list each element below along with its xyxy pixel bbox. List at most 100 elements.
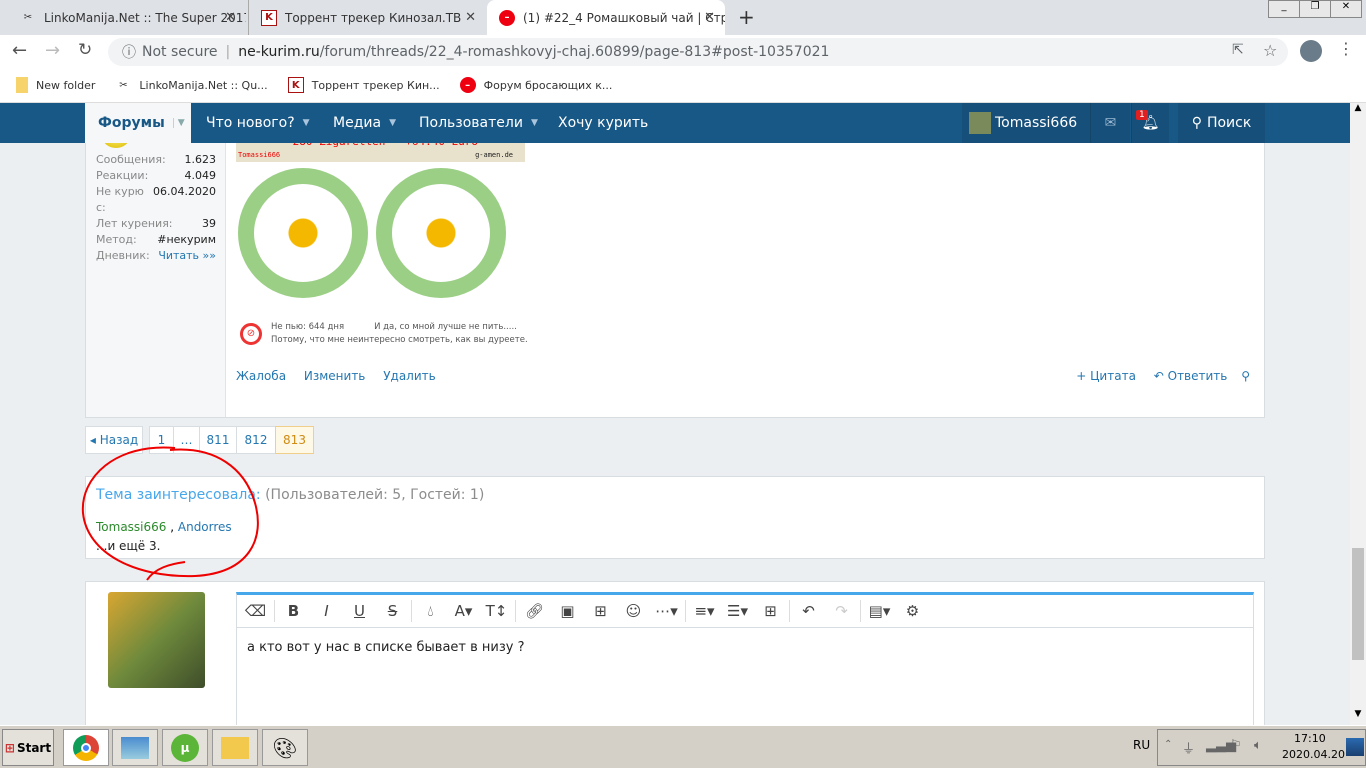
italic-icon[interactable]: I xyxy=(310,602,343,620)
search-button[interactable]: ⚲ Поиск xyxy=(1178,103,1265,143)
restore-button[interactable]: ❐ xyxy=(1299,1,1330,17)
nav-forums[interactable]: Форумы ▼ xyxy=(85,103,191,143)
message-input[interactable]: а кто вот у нас в списке бывает в низу ? xyxy=(237,628,1253,667)
close-tab-icon[interactable]: ✕ xyxy=(225,10,236,25)
user-info: ☺ Сообщения:1.623 Реакции:4.049 Не курю … xyxy=(86,124,226,417)
show-hidden-icon[interactable]: ⌃ xyxy=(1164,739,1172,750)
font-size-icon[interactable]: T↕ xyxy=(480,602,513,620)
signature-text: Не пью: 644 дня И да, со мной лучше не пи… xyxy=(271,322,528,345)
kinozal-icon: K xyxy=(287,77,304,93)
user-avatar[interactable] xyxy=(108,592,205,688)
new-tab-button[interactable]: + xyxy=(738,5,755,29)
address-bar[interactable]: ⓘ Not secure | ne-kurim.ru/forum/threads… xyxy=(108,38,1288,66)
delete-link[interactable]: Удалить xyxy=(383,369,436,383)
back-button[interactable]: ← xyxy=(12,40,27,61)
explorer-taskbar-button[interactable] xyxy=(212,729,258,766)
bookmark-new-folder[interactable]: New folder xyxy=(16,77,95,93)
nav-want-smoke[interactable]: Хочу курить xyxy=(558,103,648,143)
nav-users[interactable]: Пользователи ▼ xyxy=(419,103,538,143)
font-icon[interactable]: A▾ xyxy=(447,602,480,620)
volume-icon[interactable]: 🔈︎ xyxy=(1254,738,1262,753)
more-icon[interactable]: ⋯▾ xyxy=(650,602,683,620)
forward-button[interactable]: → xyxy=(45,40,60,61)
menu-icon[interactable]: ⋮ xyxy=(1338,39,1354,58)
nav-whats-new[interactable]: Что нового? ▼ xyxy=(206,103,310,143)
folder-icon xyxy=(221,736,249,759)
kinozal-icon: K xyxy=(261,9,277,26)
power-icon[interactable]: ⏚ xyxy=(1182,738,1195,757)
edit-link[interactable]: Изменить xyxy=(304,369,366,383)
reply-icon: ↶ xyxy=(1153,369,1168,383)
bookmark-star-icon[interactable]: ☆ xyxy=(1263,41,1277,60)
no-smoking-icon: – xyxy=(499,9,515,26)
clock-date[interactable]: 2020.04.20 xyxy=(1282,748,1345,761)
start-button[interactable]: ⊞ Start xyxy=(2,729,54,766)
close-tab-icon[interactable]: ✕ xyxy=(704,10,715,25)
nav-media[interactable]: Медиа ▼ xyxy=(333,103,396,143)
desktop-taskbar-button[interactable] xyxy=(112,729,158,766)
image-icon[interactable]: ▣ xyxy=(551,602,584,620)
diary-link[interactable]: Читать »» xyxy=(158,248,216,264)
language-indicator[interactable]: RU xyxy=(1133,738,1150,752)
emoji-icon[interactable]: ☺ xyxy=(617,602,650,620)
close-tab-icon[interactable]: ✕ xyxy=(465,10,476,25)
undo-icon[interactable]: ↶ xyxy=(792,602,825,620)
utorrent-taskbar-button[interactable]: µ xyxy=(162,729,208,766)
video-icon[interactable]: ⊞ xyxy=(584,602,617,620)
red-annotation-circle xyxy=(81,446,259,581)
strikethrough-icon[interactable]: S xyxy=(376,602,409,620)
forum-nav: Форумы ▼ Что нового? ▼ Медиа ▼ Пользователи… xyxy=(0,103,1350,143)
underline-icon[interactable]: U xyxy=(343,602,376,620)
user-icon[interactable]: ⚲ xyxy=(1241,369,1250,383)
alerts-bell-icon[interactable]: 🔔︎ 1 xyxy=(1131,103,1169,143)
page-scrollbar[interactable]: ▲ ▼ xyxy=(1350,103,1366,725)
inbox-icon[interactable]: ✉ xyxy=(1090,103,1130,143)
open-in-app-icon[interactable]: ⇱ xyxy=(1232,42,1244,58)
reply-button[interactable]: ↶ Ответить xyxy=(1154,369,1228,383)
alerts-badge: 1 xyxy=(1136,110,1148,120)
tab-kinozal[interactable]: K Торрент трекер Кинозал.ТВ ✕ xyxy=(248,0,486,35)
redo-icon[interactable]: ↷ xyxy=(825,602,858,620)
post: ☺ Сообщения:1.623 Реакции:4.049 Не курю … xyxy=(85,123,1265,418)
report-link[interactable]: Жалоба xyxy=(236,369,286,383)
scroll-down-icon[interactable]: ▼ xyxy=(1350,709,1366,719)
profile-avatar[interactable] xyxy=(1300,40,1322,62)
tab-linkomanija[interactable]: ✂ LinkoManija.Net :: The Super 2017 H ✕ xyxy=(8,0,246,35)
link-icon[interactable]: 🔗︎ xyxy=(518,602,551,620)
quote-button[interactable]: + Цитата xyxy=(1076,369,1136,383)
close-window-button[interactable]: ✕ xyxy=(1330,1,1361,17)
chrome-taskbar-button[interactable] xyxy=(63,729,109,766)
utorrent-icon: µ xyxy=(171,733,199,762)
stat-reactions: Реакции: 4.049 xyxy=(96,169,216,182)
table-icon[interactable]: ⊞ xyxy=(754,602,787,620)
bookmarks-bar: New folder ✂ LinkoManija.Net :: Qu... K То… xyxy=(0,68,1366,103)
drafts-icon[interactable]: ▤▾ xyxy=(863,602,896,620)
flag-icon[interactable]: ⚐ xyxy=(1230,738,1242,753)
tab-current[interactable]: – (1) #22_4 Ромашковый чай | Стран ✕ xyxy=(487,0,725,35)
reload-button[interactable]: ↻ xyxy=(78,40,92,60)
taskbar: ⊞ Start µ 🎨︎ RU ⌃ ⏚ ▂▃▅ ⚐ 🔈︎ 17:10 2020.0… xyxy=(0,725,1366,768)
scroll-up-icon[interactable]: ▲ xyxy=(1350,103,1366,113)
settings-icon[interactable]: ⚙ xyxy=(896,602,929,620)
color-drop-icon[interactable]: 💧︎ xyxy=(414,602,447,620)
badge-image xyxy=(376,168,506,298)
tools-icon: ✂ xyxy=(23,12,33,23)
folder-icon xyxy=(16,77,28,93)
show-desktop-icon[interactable] xyxy=(1346,738,1364,756)
clock-time[interactable]: 17:10 xyxy=(1294,732,1326,745)
windows-logo-icon: ⊞ xyxy=(4,740,15,755)
bold-icon[interactable]: B xyxy=(277,602,310,620)
account-menu[interactable]: Tomassi666 xyxy=(962,103,1090,143)
bookmark-linkomanija[interactable]: ✂ LinkoManija.Net :: Qu... xyxy=(115,77,267,93)
bookmark-forum[interactable]: – Форум бросающих к... xyxy=(459,77,612,93)
clear-format-icon[interactable]: ⌫ xyxy=(239,602,272,620)
page-813-current[interactable]: 813 xyxy=(275,426,314,454)
no-drinking-icon: ⊘ xyxy=(240,323,262,345)
desktop-icon xyxy=(121,736,149,759)
list-icon[interactable]: ☰▾ xyxy=(721,602,754,620)
paint-taskbar-button[interactable]: 🎨︎ xyxy=(262,729,308,766)
bookmark-kinozal[interactable]: K Торрент трекер Кин... xyxy=(287,77,440,93)
scrollbar-thumb[interactable] xyxy=(1352,548,1364,660)
align-icon[interactable]: ≡▾ xyxy=(688,602,721,620)
minimize-button[interactable]: _ xyxy=(1269,1,1299,17)
